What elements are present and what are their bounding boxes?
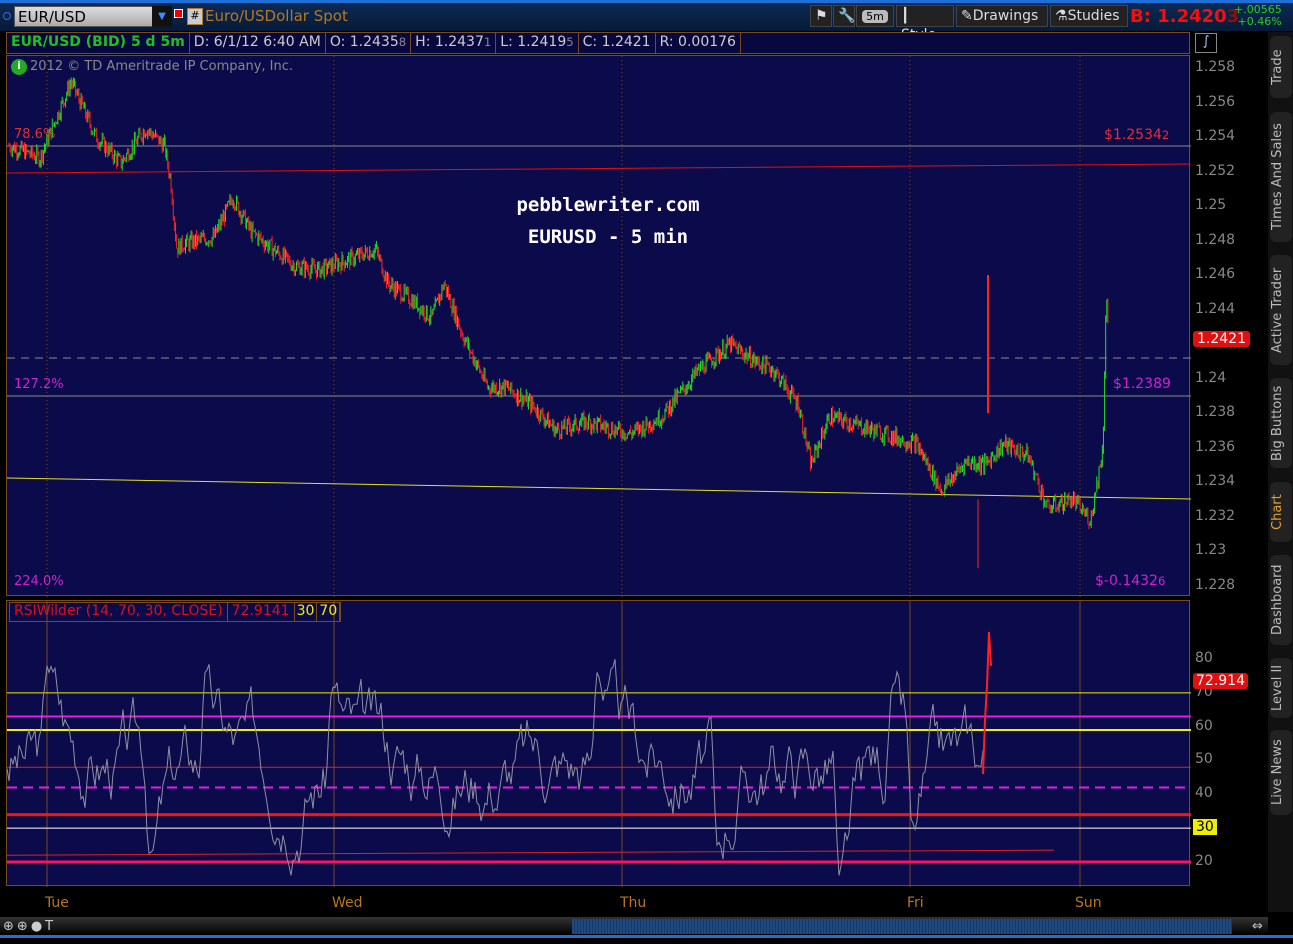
price-tick: 1.24 xyxy=(1195,369,1227,386)
rsi-study-label[interactable]: RSIWilder (14, 70, 30, CLOSE) xyxy=(10,603,228,621)
flag-icon[interactable]: ⚑ xyxy=(810,5,832,27)
day-label: Wed xyxy=(332,895,363,911)
resistance-line xyxy=(7,163,1191,174)
rsi-tick: 80 xyxy=(1195,650,1213,666)
rsi-tick: 50 xyxy=(1195,751,1213,768)
wrench-icon[interactable]: 🔧 xyxy=(833,5,855,27)
symbol-dropdown-icon[interactable]: ▼ xyxy=(152,6,172,27)
fib-price-224: $-0.14326 xyxy=(1095,573,1166,589)
side-tab-chart[interactable]: Chart xyxy=(1270,482,1292,542)
price-change: +.00565 +0.46% xyxy=(1234,3,1282,28)
rsi-30-marker: 30 xyxy=(1193,819,1217,835)
side-tab-times-and-sales[interactable]: Times And Sales xyxy=(1270,112,1292,242)
timeframe-button[interactable]: 5m xyxy=(856,5,894,27)
fib-label-786: 78.6% xyxy=(14,127,56,142)
side-tab-dashboard[interactable]: Dashboard xyxy=(1270,555,1292,645)
day-label: Thu xyxy=(620,895,647,911)
price-tick: 1.258 xyxy=(1195,59,1236,75)
chart-info-bar: EUR/USD (BID) 5 d 5m D: 6/1/12 6:40 AM O… xyxy=(6,32,1190,54)
price-tick: 1.236 xyxy=(1195,438,1236,455)
info-range: R: 0.00176 xyxy=(656,33,741,53)
drawings-button[interactable]: ✎Drawings xyxy=(956,5,1048,27)
flask-icon: ⚗ xyxy=(1055,8,1068,24)
chart-settings-icon[interactable]: ∫ xyxy=(1195,33,1217,53)
trend-line xyxy=(7,477,1191,500)
zoom-in-icon: ⊕ xyxy=(16,919,31,934)
watermark: pebblewriter.com EURUSD - 5 min xyxy=(516,194,700,248)
zoom-out-icon: ● xyxy=(30,919,46,934)
fib-price-1272: $1.2389 xyxy=(1113,376,1171,392)
rsi-tick: 60 xyxy=(1195,717,1213,734)
rsi-tick: 20 xyxy=(1195,852,1213,869)
day-label: Sun xyxy=(1075,895,1102,911)
link-icon[interactable] xyxy=(3,12,11,20)
candle-icon: ┃ xyxy=(901,8,910,24)
expand-icon[interactable]: ⇔ xyxy=(1252,919,1263,934)
price-tick: 1.23 xyxy=(1195,542,1227,558)
timeframe-label: 5m xyxy=(862,10,888,23)
side-tab-active-trader[interactable]: Active Trader xyxy=(1270,255,1292,365)
price-tick: 1.244 xyxy=(1195,300,1236,317)
price-tick: 1.228 xyxy=(1195,576,1236,593)
bottom-border xyxy=(0,935,1293,938)
rsi-series-latest xyxy=(982,631,992,775)
studies-button[interactable]: ⚗Studies xyxy=(1050,5,1128,27)
info-high: H: 1.24371 xyxy=(411,33,497,53)
side-tab-trade[interactable]: Trade xyxy=(1270,36,1292,98)
symbol-description: Euro/USDollar Spot xyxy=(205,7,348,25)
price-tick: 1.248 xyxy=(1195,231,1236,248)
info-low: L: 1.24195 xyxy=(496,33,579,53)
scrollbar-thumb[interactable] xyxy=(572,919,1232,934)
info-icon[interactable]: i xyxy=(11,59,27,75)
rsi-oversold: 30 xyxy=(295,603,318,621)
pencil-icon: ✎ xyxy=(961,8,973,24)
fib-price-786: $1.25342 xyxy=(1104,127,1170,143)
info-date: D: 6/1/12 6:40 AM xyxy=(190,33,326,53)
day-label: Tue xyxy=(45,895,69,911)
rsi-chart[interactable] xyxy=(6,600,1191,887)
rsi-legend: RSIWilder (14, 70, 30, CLOSE) 72.9141 30… xyxy=(9,602,342,622)
symbol-input[interactable]: EUR/USD xyxy=(14,6,154,27)
text-icon: T xyxy=(45,919,57,934)
price-tick: 1.254 xyxy=(1195,128,1236,144)
rsi-overbought: 70 xyxy=(317,603,341,621)
price-tick: 1.246 xyxy=(1195,266,1236,282)
price-tick: 1.256 xyxy=(1195,93,1236,110)
price-tick: 1.238 xyxy=(1195,404,1236,420)
fib-label-1272: 127.2% xyxy=(14,377,64,392)
rsi-current-marker: 72.914 xyxy=(1193,673,1248,689)
price-chart[interactable] xyxy=(6,55,1191,597)
price-tick: 1.234 xyxy=(1195,473,1236,489)
price-tick: 1.232 xyxy=(1195,507,1236,524)
rsi-tick: 40 xyxy=(1195,785,1213,802)
studies-label: Studies xyxy=(1067,8,1120,24)
chart-title: EUR/USD (BID) 5 d 5m xyxy=(7,33,190,53)
current-price-marker: 1.2421 xyxy=(1193,331,1250,347)
info-open: O: 1.24358 xyxy=(326,33,412,53)
bid-price: B: 1.24203 xyxy=(1130,6,1240,27)
fib-label-224: 224.0% xyxy=(14,574,64,589)
rsi-value: 72.9141 xyxy=(228,603,295,621)
color-link-icon[interactable] xyxy=(174,9,183,18)
info-close: C: 1.2421 xyxy=(579,33,656,53)
hash-button[interactable]: # xyxy=(187,8,203,25)
side-tab-big-buttons[interactable]: Big Buttons xyxy=(1270,378,1292,468)
drawings-label: Drawings xyxy=(972,8,1039,24)
pan-icon: ⊕ xyxy=(3,919,17,934)
side-tabs: Trade Times And Sales Active Trader Big But… xyxy=(1268,32,1293,912)
zoom-tools[interactable]: ⊕⊕●T xyxy=(3,919,56,934)
price-tick: 1.25 xyxy=(1195,197,1227,213)
rsi-line xyxy=(7,849,1055,856)
style-button[interactable]: ┃ Style xyxy=(896,5,954,43)
side-tab-level-ii[interactable]: Level II xyxy=(1270,658,1292,718)
copyright: 2012 © TD Ameritrade IP Company, Inc. xyxy=(30,59,294,74)
price-tick: 1.252 xyxy=(1195,162,1236,179)
side-tab-live-news[interactable]: Live News xyxy=(1270,730,1292,815)
day-label: Fri xyxy=(907,895,924,911)
